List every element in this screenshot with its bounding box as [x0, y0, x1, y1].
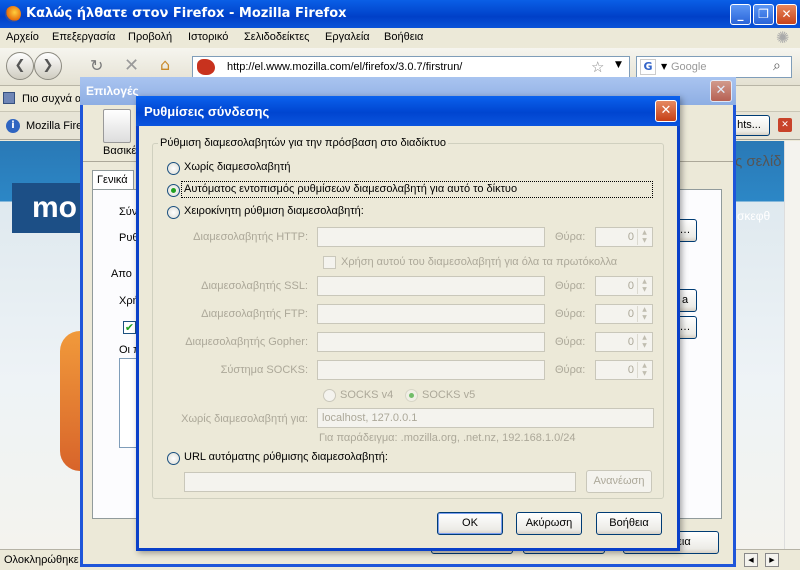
tab-mozilla-firefox[interactable]: Mozilla Firef — [26, 120, 85, 132]
ok-button[interactable]: OK — [437, 512, 503, 535]
radio-socks-v4[interactable] — [323, 389, 336, 402]
radio-no-proxy[interactable] — [167, 162, 180, 175]
socks-v4-label: SOCKS v4 — [340, 389, 394, 401]
firefox-title-bar: Καλώς ήλθατε στον Firefox - Mozilla Fire… — [0, 0, 800, 28]
no-proxy-example: Για παράδειγμα: .mozilla.org, .net.nz, 1… — [319, 432, 576, 444]
tab-general[interactable]: Γενικά — [92, 170, 134, 190]
options-label-3: Απο — [111, 268, 132, 280]
maximize-button[interactable]: ❐ — [753, 4, 774, 25]
reload-button[interactable]: Ανανέωση — [586, 470, 652, 493]
address-text: http://el.www.mozilla.com/el/firefox/3.0… — [227, 61, 463, 73]
cancel-button[interactable]: Ακύρωση — [516, 512, 582, 535]
address-bar[interactable]: http://el.www.mozilla.com/el/firefox/3.0… — [192, 56, 630, 78]
http-port-input[interactable]: 0 ▲ ▼ — [595, 227, 653, 247]
http-proxy-input[interactable] — [317, 227, 545, 247]
socks-port-label: Θύρα: — [555, 364, 586, 376]
stop-icon[interactable]: ✕ — [124, 55, 139, 76]
menu-bookmarks[interactable]: Σελιδοδείκτες — [244, 31, 309, 43]
minimize-button[interactable]: _ — [730, 4, 751, 25]
basic-panel-label: Βασικέ — [103, 145, 137, 157]
no-proxy-label: Χωρίς διαμεσολαβητή για: — [181, 413, 308, 425]
page-text-fragment: ς σελίδ — [735, 153, 782, 170]
radio-auto-config-url-label: URL αυτόματης ρύθμισης διαμεσολαβητή: — [184, 451, 388, 463]
menu-bar: Αρχείο Επεξεργασία Προβολή Ιστορικό Σελι… — [0, 28, 800, 48]
socks-port-input[interactable]: 0 ▲ ▼ — [595, 360, 653, 380]
forward-button[interactable]: ❯ — [34, 52, 62, 80]
dialog-title: Ρυθμίσεις σύνδεσης — [144, 104, 270, 119]
google-engine-icon[interactable]: G — [640, 59, 656, 75]
dialog-title-bar: Ρυθμίσεις σύνδεσης ✕ — [136, 96, 680, 126]
group-label: Ρύθμιση διαμεσολαβητών για την πρόσβαση … — [158, 137, 448, 149]
gopher-port-input[interactable]: 0 ▲ ▼ — [595, 332, 653, 352]
radio-manual-label: Χειροκίνητη ρύθμιση διαμεσολαβητή: — [184, 205, 364, 217]
scroll-right-button[interactable]: ▶ — [765, 553, 779, 567]
bookmark-most-visited[interactable]: Πιο συχνά α — [22, 93, 81, 105]
status-text: Ολοκληρώθηκε — [4, 554, 79, 566]
ssl-proxy-label: Διαμεσολαβητής SSL: — [201, 280, 308, 292]
tab-close-icon[interactable]: ✕ — [778, 118, 792, 132]
info-icon: i — [6, 119, 20, 133]
radio-auto-detect-label: Αυτόματος εντοπισμός ρυθμίσεων διαμεσολα… — [184, 183, 518, 195]
ftp-port-label: Θύρα: — [555, 308, 586, 320]
url-dropdown-icon[interactable]: ▼ — [615, 60, 622, 70]
bookmark-star-icon[interactable]: ☆ — [591, 58, 604, 76]
window-title: Καλώς ήλθατε στον Firefox - Mozilla Fire… — [26, 6, 347, 21]
menu-history[interactable]: Ιστορικό — [188, 31, 228, 43]
page-scrollbar[interactable] — [784, 141, 800, 549]
help-button[interactable]: Βοήθεια — [596, 512, 662, 535]
search-placeholder: Google — [671, 61, 707, 73]
dialog-close-button[interactable]: ✕ — [655, 100, 677, 122]
ssl-port-input[interactable]: 0 ▲ ▼ — [595, 276, 653, 296]
home-icon[interactable]: ⌂ — [160, 55, 170, 74]
menu-file[interactable]: Αρχείο — [6, 31, 39, 43]
search-bar[interactable]: G ▼ Google ⌕ — [636, 56, 792, 78]
http-port-label: Θύρα: — [555, 231, 586, 243]
gopher-proxy-label: Διαμεσολαβητής Gopher: — [185, 336, 308, 348]
radio-socks-v5[interactable] — [405, 389, 418, 402]
menu-view[interactable]: Προβολή — [128, 31, 172, 43]
search-icon[interactable]: ⌕ — [773, 58, 781, 74]
options-close-button[interactable]: ✕ — [710, 80, 732, 102]
options-checkbox[interactable]: ✔ — [123, 321, 136, 334]
auto-config-url-input[interactable] — [184, 472, 576, 492]
ftp-proxy-label: Διαμεσολαβητής FTP: — [201, 308, 308, 320]
ftp-proxy-input[interactable] — [317, 304, 545, 324]
http-proxy-label: Διαμεσολαβητής HTTP: — [193, 231, 308, 243]
ssl-proxy-input[interactable] — [317, 276, 545, 296]
radio-no-proxy-label: Χωρίς διαμεσολαβητή — [184, 161, 291, 173]
page-logo-text: mo — [32, 191, 77, 224]
menu-edit[interactable]: Επεξεργασία — [52, 31, 115, 43]
socks-v5-label: SOCKS v5 — [422, 389, 476, 401]
no-proxy-value: localhost, 127.0.0.1 — [322, 412, 418, 424]
site-favicon-icon — [197, 59, 215, 75]
menu-help[interactable]: Βοήθεια — [384, 31, 423, 43]
gopher-port-label: Θύρα: — [555, 336, 586, 348]
throbber-icon: ✺ — [776, 30, 790, 47]
radio-manual[interactable] — [167, 206, 180, 219]
close-window-button[interactable]: ✕ — [776, 4, 797, 25]
socks-host-label: Σύστημα SOCKS: — [220, 364, 308, 376]
page-text-fragment-2: σκεφθ — [737, 209, 771, 223]
basic-panel-icon[interactable] — [103, 109, 131, 143]
gopher-proxy-input[interactable] — [317, 332, 545, 352]
ssl-port-label: Θύρα: — [555, 280, 586, 292]
scroll-left-button[interactable]: ◀ — [744, 553, 758, 567]
options-title: Επιλογές — [86, 84, 139, 98]
same-proxy-checkbox[interactable] — [323, 256, 336, 269]
back-button[interactable]: ❮ — [6, 52, 34, 80]
same-proxy-label: Χρήση αυτού του διαμεσολαβητή για όλα τα… — [341, 256, 618, 268]
reload-icon[interactable]: ↻ — [90, 56, 103, 75]
ftp-port-input[interactable]: 0 ▲ ▼ — [595, 304, 653, 324]
menu-tools[interactable]: Εργαλεία — [325, 31, 370, 43]
socks-host-input[interactable] — [317, 360, 545, 380]
no-proxy-input[interactable]: localhost, 127.0.0.1 — [317, 408, 654, 428]
folder-icon — [3, 92, 15, 104]
radio-auto-config-url[interactable] — [167, 452, 180, 465]
engine-dropdown-icon[interactable]: ▼ — [661, 62, 667, 71]
radio-auto-detect[interactable] — [167, 184, 180, 197]
firefox-logo-icon — [5, 6, 21, 22]
